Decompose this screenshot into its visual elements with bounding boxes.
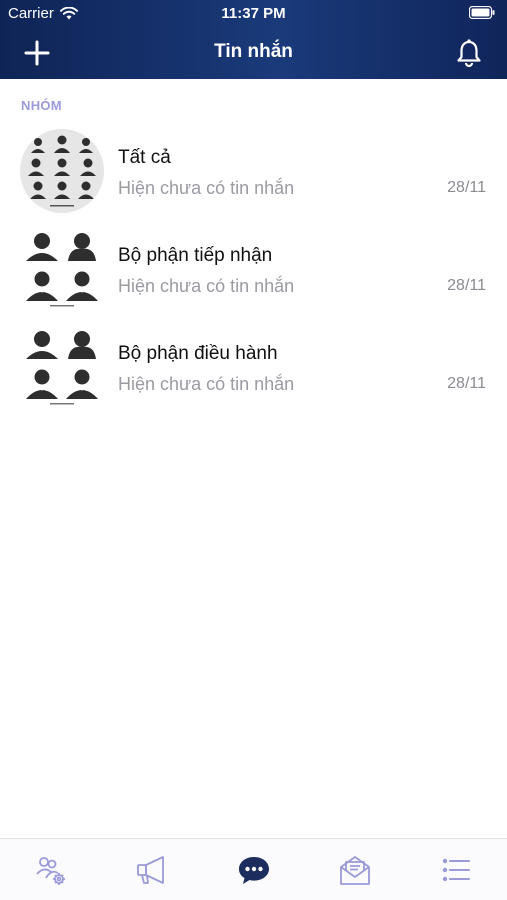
group-date: 28/11 bbox=[447, 375, 486, 392]
group-name: Bộ phận tiếp nhận bbox=[118, 245, 273, 266]
tab-menu[interactable] bbox=[406, 839, 507, 900]
group-avatar bbox=[20, 227, 104, 311]
tab-mail[interactable] bbox=[304, 839, 405, 900]
group-last-message: Hiện chưa có tin nhắn bbox=[118, 276, 295, 296]
group-avatar bbox=[20, 129, 104, 213]
group-date: 28/11 bbox=[447, 179, 486, 196]
tab-bar bbox=[0, 838, 507, 900]
section-header-groups: NHÓM bbox=[21, 98, 62, 113]
people-grid-icon bbox=[28, 135, 96, 207]
list-menu-icon bbox=[443, 858, 471, 881]
battery-icon bbox=[468, 5, 495, 23]
status-time: 11:37 PM bbox=[221, 5, 286, 22]
group-list: Tất cả Hiện chưa có tin nhắn 28/11 Bộ ph… bbox=[0, 125, 507, 419]
bell-icon bbox=[457, 39, 481, 68]
tab-groups-settings[interactable] bbox=[0, 839, 101, 900]
chat-bubble-icon bbox=[238, 856, 269, 884]
group-last-message: Hiện chưa có tin nhắn bbox=[118, 374, 295, 394]
tab-messages[interactable] bbox=[203, 839, 304, 900]
group-row-all[interactable]: Tất cả Hiện chưa có tin nhắn 28/11 bbox=[0, 125, 507, 223]
page-title: Tin nhắn bbox=[214, 41, 293, 62]
group-name: Bộ phận điều hành bbox=[118, 343, 278, 364]
tab-announcements[interactable] bbox=[101, 839, 202, 900]
status-bar: Carrier 11:37 PM bbox=[0, 0, 507, 28]
app-header: Carrier 11:37 PM Tin nhắn bbox=[0, 0, 507, 79]
group-row-operations[interactable]: Bộ phận điều hành Hiện chưa có tin nhắn … bbox=[0, 321, 507, 419]
nav-bar: Tin nhắn bbox=[0, 28, 507, 79]
team-four-people-icon bbox=[26, 233, 98, 307]
team-four-people-icon bbox=[26, 331, 98, 405]
group-avatar bbox=[20, 325, 104, 409]
users-settings-icon bbox=[36, 856, 65, 885]
notifications-button[interactable] bbox=[455, 38, 483, 68]
megaphone-icon bbox=[137, 855, 165, 884]
group-last-message: Hiện chưa có tin nhắn bbox=[118, 178, 295, 198]
group-name: Tất cả bbox=[118, 147, 171, 168]
group-row-reception[interactable]: Bộ phận tiếp nhận Hiện chưa có tin nhắn … bbox=[0, 223, 507, 321]
mail-open-icon bbox=[340, 855, 370, 885]
group-date: 28/11 bbox=[447, 277, 486, 294]
